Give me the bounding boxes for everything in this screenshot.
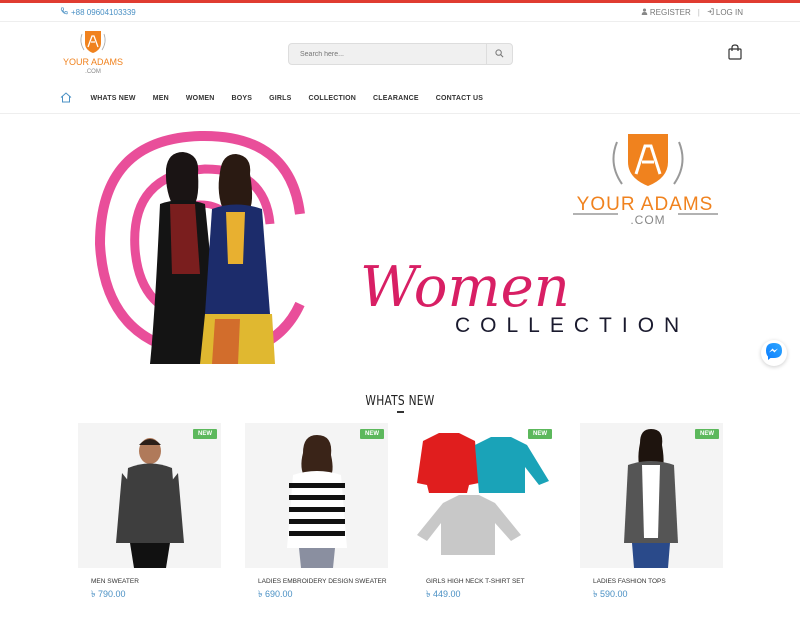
- phone-icon: [60, 7, 68, 17]
- nav-item-whats-new[interactable]: WHATS NEW: [91, 95, 136, 102]
- new-badge: NEW: [695, 429, 719, 439]
- login-label: LOG IN: [715, 7, 743, 17]
- main-nav: WHATS NEW MEN WOMEN BOYS GIRLS COLLECTIO…: [0, 84, 800, 114]
- home-icon: [60, 90, 72, 108]
- product-card[interactable]: NEW LADIES FASHION TOPS ৳ 590.00: [580, 423, 723, 602]
- product-name[interactable]: GIRLS HIGH NECK T-SHIRT SET: [426, 578, 556, 585]
- search-button[interactable]: [486, 44, 512, 64]
- product-card[interactable]: NEW GIRLS HIGH NECK T-SHIRT SET ৳ 449.00: [413, 423, 556, 602]
- product-image[interactable]: NEW: [78, 423, 221, 568]
- product-grid: NEW MEN SWEATER ৳ 790.00 NEW LADIES EMBR…: [0, 413, 800, 603]
- section-title: WHATS NEW: [365, 394, 435, 409]
- hero-banner[interactable]: YOUR ADAMS .COM Women COLLECTION: [0, 114, 800, 380]
- product-image[interactable]: NEW: [580, 423, 723, 568]
- nav-item-boys[interactable]: BOYS: [231, 95, 252, 102]
- shopping-bag-icon: [728, 44, 742, 64]
- nav-item-clearance[interactable]: CLEARANCE: [373, 95, 419, 102]
- nav-item-collection[interactable]: COLLECTION: [309, 95, 357, 102]
- phone-contact[interactable]: +88 09604103339: [60, 7, 136, 17]
- product-price: ৳ 690.00: [258, 589, 293, 599]
- product-price: ৳ 790.00: [91, 589, 126, 599]
- home-button[interactable]: [60, 90, 72, 108]
- nav-item-girls[interactable]: GIRLS: [269, 95, 291, 102]
- banner-collection-word: COLLECTION: [455, 314, 689, 337]
- register-label: REGISTER: [649, 7, 691, 17]
- product-image[interactable]: NEW: [245, 423, 388, 568]
- new-badge: NEW: [528, 429, 552, 439]
- product-card[interactable]: NEW LADIES EMBROIDERY DESIGN SWEATER ৳ 6…: [245, 423, 388, 602]
- product-price: ৳ 590.00: [593, 589, 628, 599]
- product-name[interactable]: LADIES EMBROIDERY DESIGN SWEATER: [258, 578, 388, 585]
- product-price: ৳ 449.00: [426, 589, 461, 599]
- user-icon: [641, 8, 648, 17]
- banner-brand-text: YOUR ADAMS: [577, 194, 714, 215]
- nav-item-women[interactable]: WOMEN: [186, 95, 215, 102]
- striped-sweater: [287, 471, 347, 548]
- product-name[interactable]: LADIES FASHION TOPS: [593, 578, 723, 585]
- site-logo[interactable]: YOUR ADAMS .COM: [58, 28, 128, 78]
- product-card[interactable]: NEW MEN SWEATER ৳ 790.00: [78, 423, 221, 602]
- nav-item-contact-us[interactable]: CONTACT US: [436, 95, 483, 102]
- banner-brand-subtext: .COM: [630, 213, 665, 227]
- search-icon: [495, 45, 504, 63]
- search-input[interactable]: [289, 44, 486, 64]
- nav-item-men[interactable]: MEN: [153, 95, 169, 102]
- login-link[interactable]: LOG IN: [707, 8, 743, 17]
- product-name[interactable]: MEN SWEATER: [91, 578, 221, 585]
- logo-text: YOUR ADAMS: [63, 57, 123, 67]
- header: YOUR ADAMS .COM: [0, 22, 800, 84]
- logo-subtext: .COM: [85, 69, 101, 75]
- product-image[interactable]: NEW: [413, 423, 556, 568]
- cart-button[interactable]: [728, 44, 742, 65]
- banner-script-word: Women: [360, 255, 570, 320]
- new-badge: NEW: [360, 429, 384, 439]
- register-link[interactable]: REGISTER: [641, 8, 691, 17]
- sign-in-icon: [707, 7, 714, 17]
- new-badge: NEW: [193, 429, 217, 439]
- messenger-chat-button[interactable]: [761, 340, 787, 366]
- phone-number: +88 09604103339: [71, 7, 136, 17]
- auth-divider: |: [697, 7, 700, 17]
- search-bar: [288, 43, 513, 65]
- top-bar: +88 09604103339 REGISTER | LOG IN: [0, 3, 800, 22]
- messenger-icon: [765, 342, 783, 365]
